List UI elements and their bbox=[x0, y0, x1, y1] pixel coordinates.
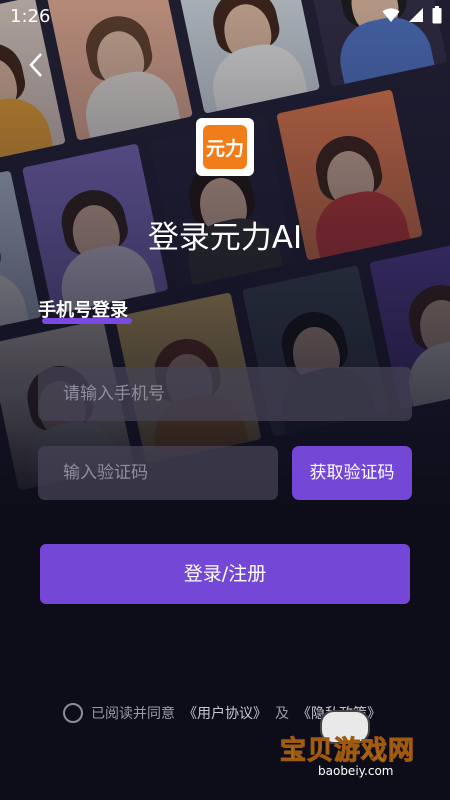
battery-icon bbox=[432, 6, 442, 24]
tab-active-indicator bbox=[42, 318, 132, 324]
watermark-text: 宝贝游戏网 bbox=[279, 736, 416, 767]
phone-input[interactable]: 请输入手机号 bbox=[38, 367, 412, 421]
login-register-button[interactable]: 登录/注册 bbox=[40, 544, 410, 604]
signal-icon bbox=[409, 8, 423, 22]
app-logo-mark: 元力 bbox=[203, 125, 247, 169]
watermark-url: baobeiy.com bbox=[318, 764, 394, 778]
user-agreement-link[interactable]: 《用户协议》 bbox=[183, 703, 267, 723]
verification-code-input[interactable]: 输入验证码 bbox=[38, 446, 278, 500]
wifi-icon bbox=[382, 8, 400, 22]
watermark: 宝贝游戏网 baobeiy.com bbox=[262, 710, 442, 788]
status-time: 1:26 bbox=[10, 6, 51, 27]
agreement-conjunction: 及 bbox=[275, 706, 289, 722]
agreement-prefix: 已阅读并同意 bbox=[91, 706, 175, 722]
agreement-checkbox[interactable] bbox=[63, 703, 83, 723]
app-logo: 元力 bbox=[196, 118, 254, 176]
back-button[interactable] bbox=[22, 50, 52, 80]
background-collage bbox=[0, 0, 450, 520]
page-title: 登录元力AI bbox=[147, 220, 303, 256]
status-bar: 1:26 bbox=[0, 0, 450, 34]
get-code-button[interactable]: 获取验证码 bbox=[292, 446, 412, 500]
chevron-left-icon bbox=[29, 53, 42, 77]
